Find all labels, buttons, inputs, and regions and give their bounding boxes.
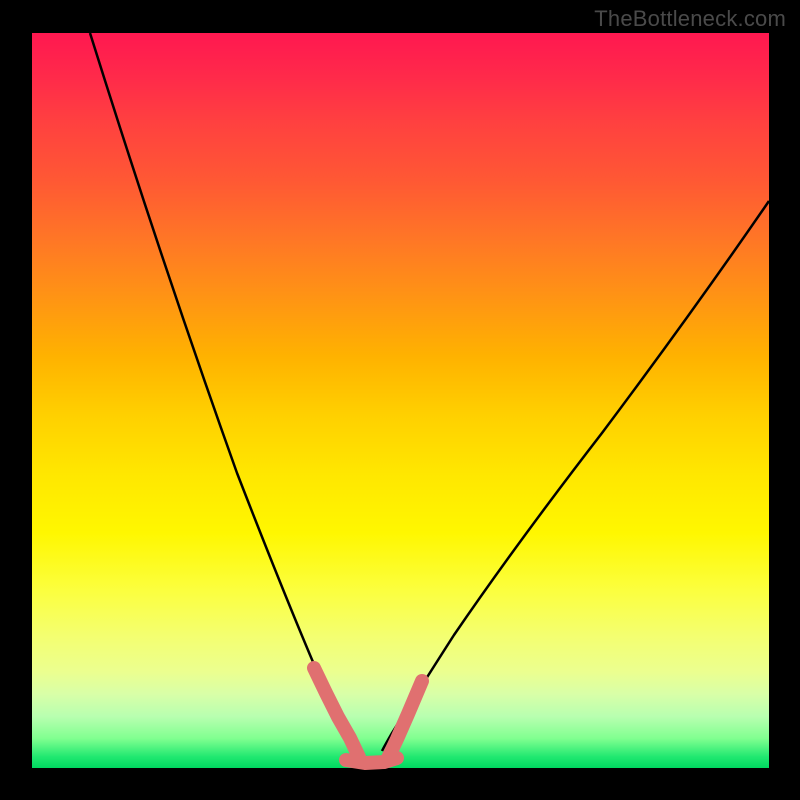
watermark-text: TheBottleneck.com (594, 6, 786, 32)
curve-left (90, 33, 361, 751)
curve-layer (32, 33, 769, 768)
plot-area (32, 33, 769, 768)
curve-right (382, 201, 769, 751)
marker-left (314, 668, 359, 757)
marker-right (388, 681, 422, 758)
chart-frame: TheBottleneck.com (0, 0, 800, 800)
